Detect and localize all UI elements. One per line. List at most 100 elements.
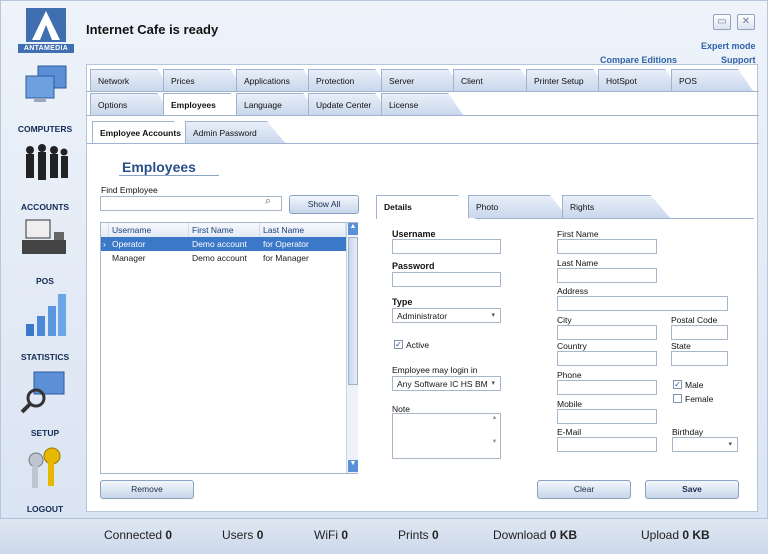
tab-printer-setup[interactable]: Printer Setup [526,69,608,91]
last-name-field[interactable] [557,268,657,283]
tab-network[interactable]: Network [90,69,172,91]
cell-username: Manager [112,253,146,263]
minimize-button[interactable]: ▭ [713,14,731,30]
find-employee-input[interactable] [100,196,282,211]
download-status: Download 0 KB [493,528,577,542]
antamedia-logo: ANTAMEDIA [18,8,74,54]
show-all-button[interactable]: Show All [289,195,359,214]
accounts-icon [26,144,68,180]
sidebar-item-logout[interactable]: LOGOUT [6,442,84,514]
pos-icon [22,219,66,254]
find-employee-label: Find Employee [101,185,158,195]
table-row[interactable]: › Operator Demo account for Operator [101,237,346,251]
mobile-field[interactable] [557,409,657,424]
column-last-name[interactable]: Last Name [260,223,346,237]
tab-protection[interactable]: Protection [308,69,390,91]
sidebar-item-computers[interactable]: COMPUTERS [6,62,84,134]
female-checkbox[interactable] [673,394,682,403]
tab-employees[interactable]: Employees [163,93,245,115]
tab-prices[interactable]: Prices [163,69,245,91]
save-button[interactable]: Save [645,480,739,499]
wifi-label: WiFi [314,528,338,542]
column-username[interactable]: Username [109,223,189,237]
tab-server[interactable]: Server [381,69,463,91]
tab-options[interactable]: Options [90,93,172,115]
address-label: Address [557,286,589,296]
cell-username: Operator [112,239,146,249]
type-label: Type [392,297,413,307]
sidebar: COMPUTERS ACCOUNTS POS STATISTICS SETUP … [6,62,84,518]
tab-employee-accounts[interactable]: Employee Accounts [92,121,192,143]
phone-field[interactable] [557,380,657,395]
tab-applications[interactable]: Applications [236,69,318,91]
cell-first-name: Demo account [192,239,247,249]
birthday-select[interactable]: ▾ [672,437,738,452]
first-name-field[interactable] [557,239,657,254]
column-first-name[interactable]: First Name [189,223,260,237]
tab-language[interactable]: Language [236,93,318,115]
statistics-icon [26,294,66,336]
sidebar-item-label: SETUP [30,428,60,438]
type-select[interactable]: Administrator ▾ [392,308,501,323]
clear-button[interactable]: Clear [537,480,631,499]
chevron-down-icon: ▾ [728,441,732,448]
tab-divider [87,115,759,116]
grid-scrollbar[interactable]: ▲ ▼ [346,223,358,473]
sidebar-item-label: COMPUTERS [17,124,73,134]
sidebar-item-label: POS [36,276,54,286]
country-label: Country [557,341,587,351]
tab-pos[interactable]: POS [671,69,753,91]
chevron-down-icon: ▾ [491,380,495,387]
city-field[interactable] [557,325,657,340]
sidebar-item-accounts[interactable]: ACCOUNTS [6,140,84,212]
chevron-down-icon: ▾ [491,312,495,319]
scroll-thumb[interactable] [348,237,358,385]
email-field[interactable] [557,437,657,452]
login-label: Employee may login in [392,365,478,375]
remove-button[interactable]: Remove [100,480,194,499]
tab-update-center[interactable]: Update Center [308,93,390,115]
tab-license[interactable]: License [381,93,463,115]
upload-status: Upload 0 KB [641,528,710,542]
connected-status: Connected 0 [104,528,172,542]
upload-label: Upload [641,528,680,542]
password-label: Password [392,261,435,271]
computers-icon [25,65,67,102]
password-field[interactable] [392,272,501,287]
note-scrollbar[interactable]: ▲ ▼ [490,415,499,457]
male-checkbox[interactable]: ✓ [673,380,682,389]
row-indicator-icon: › [103,239,106,249]
type-select-value: Administrator [397,311,448,321]
sidebar-item-pos[interactable]: POS [6,214,84,286]
active-checkbox[interactable]: ✓ [394,340,403,349]
scroll-down-icon[interactable]: ▼ [348,460,358,472]
login-select[interactable]: Any Software IC HS BM ▾ [392,376,501,391]
tab-hotspot[interactable]: HotSpot [598,69,680,91]
search-icon[interactable]: ⌕ [265,195,271,208]
username-label: Username [392,229,436,239]
prints-status: Prints 0 [398,528,439,542]
setup-icon [20,371,65,414]
note-field[interactable]: ▲ ▼ [392,413,501,459]
status-title: Internet Cafe is ready [86,22,219,37]
sidebar-item-setup[interactable]: SETUP [6,366,84,438]
postal-code-field[interactable] [671,325,728,340]
close-button[interactable]: ✕ [737,14,755,30]
cell-last-name: for Operator [263,239,309,249]
tab-divider [87,91,759,92]
expert-mode-link[interactable]: Expert mode [701,41,756,51]
wifi-status: WiFi 0 [314,528,348,542]
sidebar-item-statistics[interactable]: STATISTICS [6,290,84,362]
tab-admin-password[interactable]: Admin Password [185,121,285,143]
country-field[interactable] [557,351,657,366]
scroll-up-icon[interactable]: ▲ [348,223,358,235]
tab-client[interactable]: Client [453,69,535,91]
active-label: Active [406,340,430,350]
address-field[interactable] [557,296,728,311]
minimize-icon: ▭ [717,16,727,27]
username-field[interactable] [392,239,501,254]
upload-value: 0 KB [682,528,710,542]
state-field[interactable] [671,351,728,366]
male-label: Male [685,380,704,390]
table-row[interactable]: Manager Demo account for Manager [101,251,346,265]
